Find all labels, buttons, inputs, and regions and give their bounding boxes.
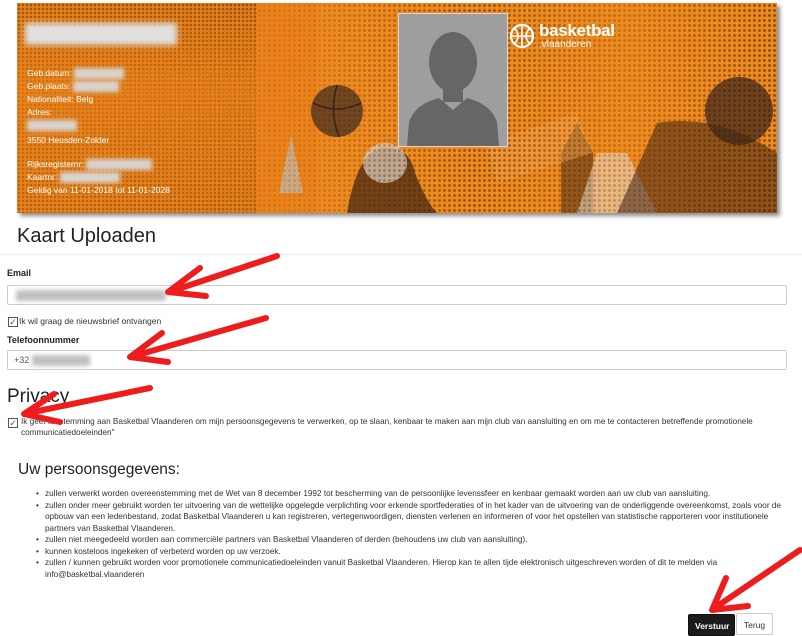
birthplace-label: Geb.plaats: — [27, 81, 71, 91]
newsletter-label: Ik wil graag de nieuwsbrief ontvangen — [19, 316, 162, 326]
validity-text: Geldig van 11-01-2018 tot 11-01-2028 — [27, 185, 170, 195]
member-card-preview: Geb.datum: Geb.plaats: Nationaliteit: Be… — [17, 3, 777, 213]
blurred-phone — [32, 355, 90, 366]
national-register-label: Rijksregisternr: — [27, 159, 84, 169]
card-validity-row: Geldig van 11-01-2018 tot 11-01-2028 — [27, 184, 170, 197]
nationality-label: Nationaliteit: — [27, 94, 74, 104]
nationality-value: Belg — [76, 94, 94, 104]
card-number-row: Kaartnr: — [27, 171, 170, 184]
personal-data-heading: Uw persoonsgegevens: — [18, 461, 180, 478]
blurred-value — [73, 68, 124, 80]
list-item: zullen niet meegedeeld worden aan commer… — [36, 534, 781, 546]
address-label: Adres: — [27, 107, 52, 117]
divider — [0, 254, 802, 255]
list-item: zullen onder meer gebruikt worden ter ui… — [36, 500, 781, 535]
person-silhouette-icon — [399, 14, 507, 146]
logo-text-sub: .vlaanderen — [539, 39, 592, 50]
city-value: 3550 Heusden-Zolder — [27, 135, 110, 145]
card-register-row: Rijksregisternr: — [27, 158, 170, 171]
list-item: zullen verwerkt worden overeenstemming m… — [36, 488, 781, 500]
card-nationality-row: Nationaliteit: Belg — [27, 93, 170, 106]
card-birthplace-row: Geb.plaats: — [27, 80, 170, 93]
list-item: kunnen kosteloos ingekeken of verbeterd … — [36, 546, 781, 558]
basketball-logo-icon — [509, 23, 535, 49]
card-street-row — [27, 119, 170, 132]
card-details: Geb.datum: Geb.plaats: Nationaliteit: Be… — [27, 67, 170, 197]
page-title: Kaart Uploaden — [17, 225, 156, 247]
blurred-email — [16, 290, 166, 301]
blurred-value — [72, 81, 119, 93]
birthdate-label: Geb.datum: — [27, 68, 72, 78]
profile-photo-placeholder — [398, 13, 508, 147]
consent-checkbox[interactable]: ✓ — [8, 418, 18, 428]
checkmark-icon: ✓ — [9, 317, 17, 327]
logo-text-main: basketbal — [539, 21, 615, 40]
blurred-name — [25, 23, 177, 45]
phone-label: Telefoonnummer — [7, 335, 80, 345]
privacy-heading: Privacy — [7, 386, 70, 407]
email-label: Email — [7, 268, 32, 278]
card-address-row: Adres: — [27, 106, 170, 119]
blurred-value — [59, 172, 120, 184]
email-field[interactable] — [7, 285, 787, 305]
card-city-row: 3550 Heusden-Zolder — [27, 134, 170, 147]
card-birthdate-row: Geb.datum: — [27, 67, 170, 80]
back-button[interactable]: Terug — [736, 613, 773, 635]
phone-field[interactable]: +32 — [7, 350, 787, 370]
consent-label: Ik geef toestemming aan Basketbal Vlaand… — [21, 417, 753, 437]
submit-button[interactable]: Verstuur — [688, 614, 735, 636]
blurred-value — [27, 120, 77, 132]
list-item: zullen / kunnen gebruikt worden voor pro… — [36, 557, 781, 580]
card-number-label: Kaartnr: — [27, 172, 58, 182]
blurred-value — [86, 159, 153, 171]
newsletter-checkbox[interactable]: ✓ — [8, 317, 18, 327]
phone-field-value: +32 — [14, 355, 30, 365]
checkmark-icon: ✓ — [9, 418, 17, 428]
personal-data-list: zullen verwerkt worden overeenstemming m… — [36, 488, 781, 580]
